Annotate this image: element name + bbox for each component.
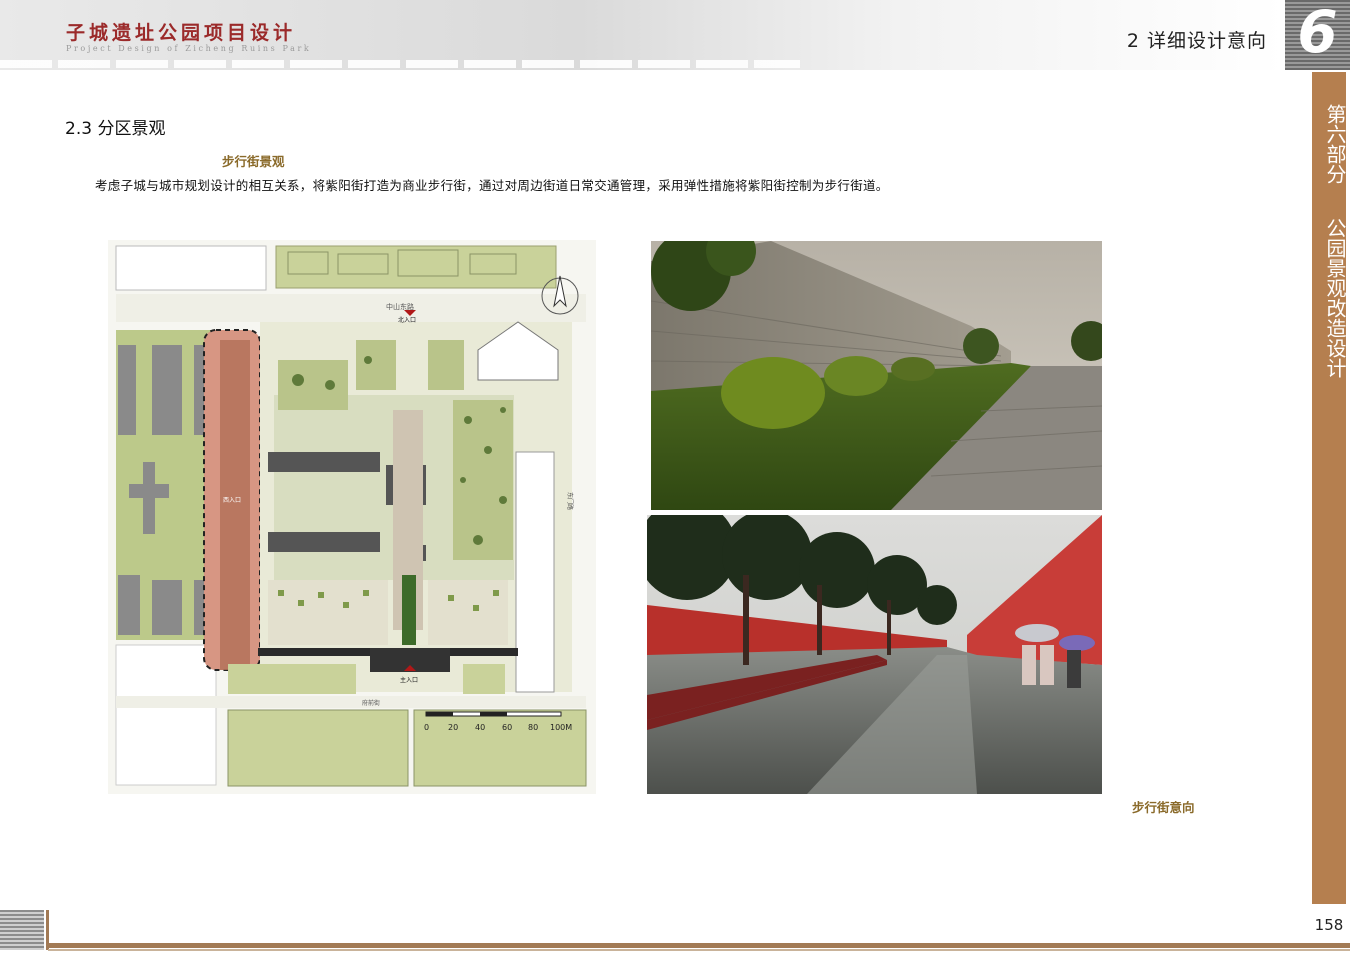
body-paragraph: 考虑子城与城市规划设计的相互关系，将紫阳街打造为商业步行街，通过对周边街道日常交… (95, 178, 889, 193)
svg-text:80: 80 (528, 723, 538, 732)
project-subtitle: Project Design of Zicheng Ruins Park (66, 44, 312, 53)
header-stripes (0, 60, 800, 68)
footer-rule-thin (48, 949, 1350, 951)
site-plan: 中山东路 西入口 主入口 北入口 府前街 东门路 0 20 40 60 80 1… (108, 240, 596, 794)
svg-text:60: 60 (502, 723, 512, 732)
project-title: 子城遗址公园项目设计 (66, 22, 297, 44)
page-number: 158 (1314, 916, 1344, 934)
north-entrance-label: 北入口 (398, 316, 416, 324)
footer-rule (48, 943, 1350, 948)
sidebar-line-2: 公园景观改造设计 (1323, 218, 1347, 378)
photo-city-wall (650, 226, 1111, 510)
svg-text:40: 40 (475, 723, 485, 732)
photo-red-wall-promenade (637, 500, 1102, 794)
sidebar-line-1: 第六部分 (1323, 104, 1347, 184)
corner-stripes (0, 910, 44, 950)
chapter-number: 6 (1297, 0, 1338, 66)
west-entrance-label: 西入口 (223, 497, 241, 504)
sub-heading: 2.3 分区景观 (65, 119, 166, 139)
caption-street-intent: 步行街意向 (1132, 800, 1195, 815)
south-entrance-label: 主入口 (400, 676, 418, 684)
section-heading: 2 详细设计意向 (1126, 30, 1267, 52)
caption-pedestrian-street: 步行街景观 (222, 154, 285, 169)
sidebar-title: 第六部分 (1312, 104, 1347, 184)
chapter-sidebar (1312, 72, 1346, 904)
south-road-label: 府前街 (362, 699, 380, 707)
svg-text:20: 20 (448, 723, 458, 732)
sidebar-subtitle: 公园景观改造设计 (1312, 218, 1347, 378)
site-plan-drawing: 中山东路 西入口 主入口 北入口 府前街 东门路 0 20 40 60 80 1… (108, 240, 596, 794)
east-road-label: 东门路 (566, 492, 574, 510)
north-road-label: 中山东路 (386, 302, 414, 311)
svg-text:0: 0 (424, 723, 429, 732)
svg-text:100M: 100M (550, 723, 572, 732)
